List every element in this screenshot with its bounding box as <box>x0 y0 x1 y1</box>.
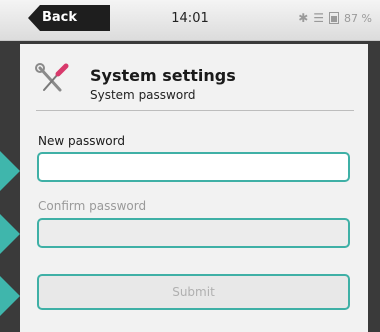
submit-button[interactable]: Submit <box>37 274 350 310</box>
pointer-arrow-icon <box>0 276 20 316</box>
pointer-arrow-icon <box>0 151 20 191</box>
status-icons: ✱ ☰ 87 % <box>298 11 372 25</box>
screen: Back 14:01 ✱ ☰ 87 % System settings Syst… <box>0 0 380 332</box>
page-subtitle: System password <box>90 88 196 102</box>
settings-panel: System settings System password New pass… <box>20 44 368 332</box>
pointer-arrow-icon <box>0 214 20 254</box>
new-password-input[interactable] <box>37 152 350 182</box>
top-bar: Back 14:01 ✱ ☰ 87 % <box>0 0 380 41</box>
battery-percent: 87 % <box>344 11 372 25</box>
bluetooth-icon: ✱ <box>298 11 309 25</box>
confirm-password-input[interactable] <box>37 218 350 248</box>
new-password-label: New password <box>38 134 125 148</box>
divider <box>36 110 354 111</box>
page-title: System settings <box>90 66 236 85</box>
battery-icon <box>329 12 340 24</box>
wrench-screwdriver-icon <box>35 63 69 92</box>
confirm-password-label: Confirm password <box>38 199 147 213</box>
wifi-icon: ☰ <box>313 11 325 25</box>
